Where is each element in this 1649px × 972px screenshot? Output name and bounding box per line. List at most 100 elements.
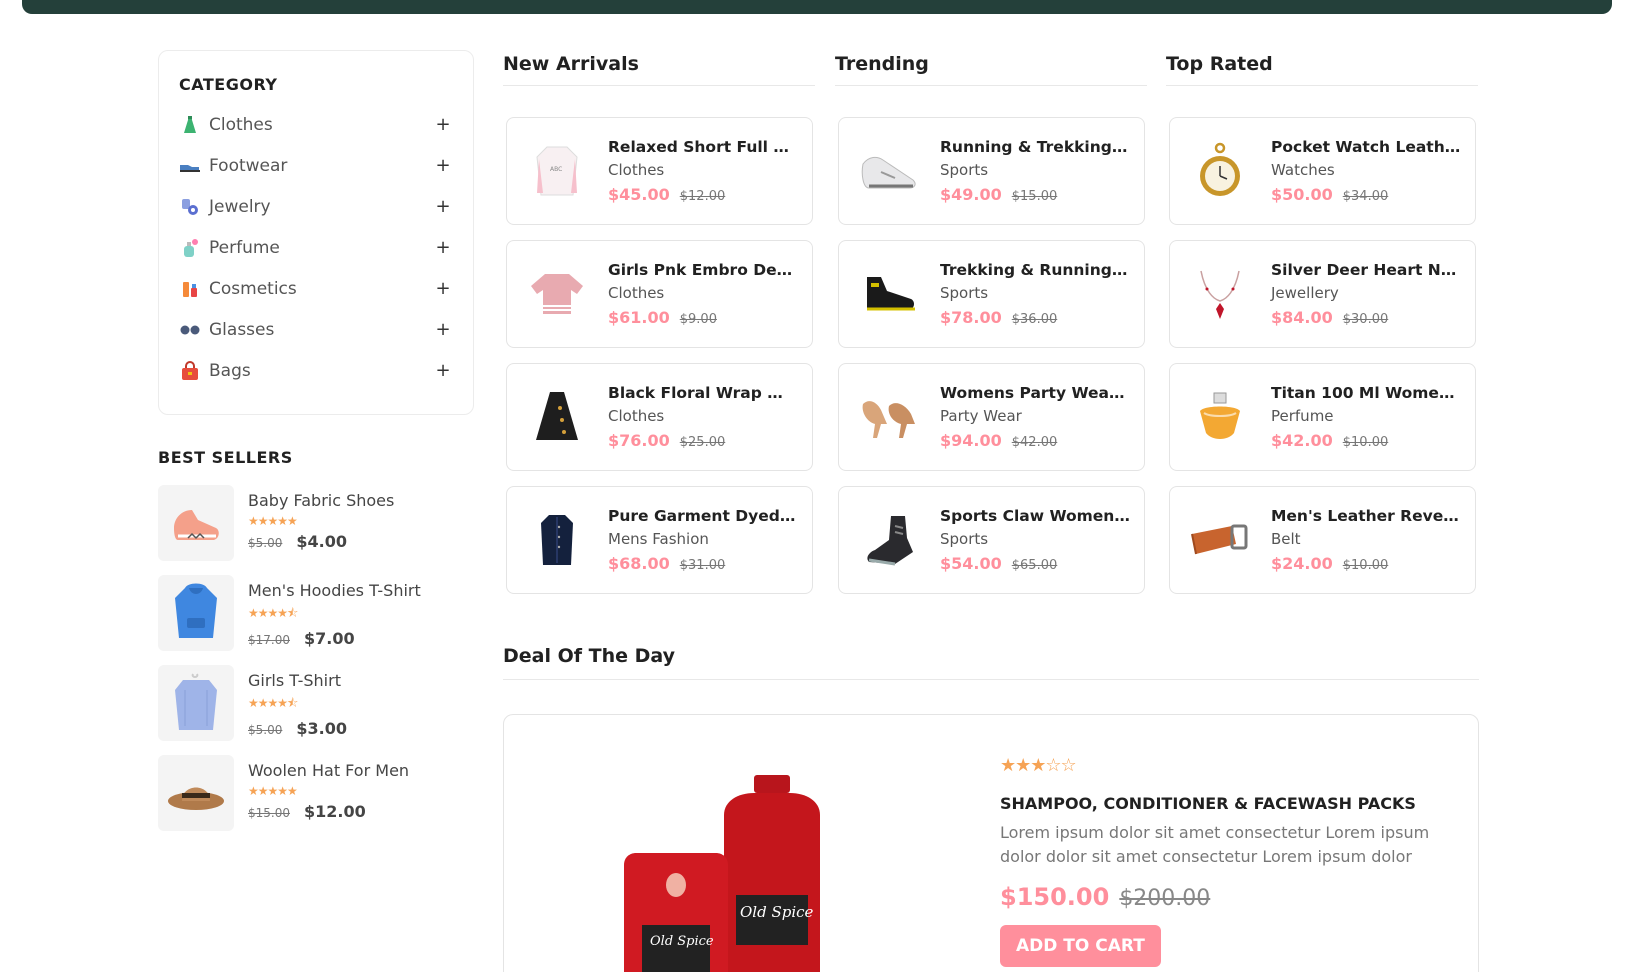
product-card[interactable]: Running & Trekking Shoes - White Sports …: [838, 117, 1145, 225]
product-card[interactable]: Silver Deer Heart Necklace Jewellery $84…: [1169, 240, 1476, 348]
category-label: Clothes: [209, 114, 273, 135]
product-card[interactable]: Trekking & Running Shoes - black Sports …: [838, 240, 1145, 348]
product-name[interactable]: Black Floral Wrap Midi Skirt: [608, 384, 798, 402]
product-name[interactable]: Pocket Watch Leather Pouch: [1271, 138, 1461, 156]
product-card[interactable]: Men's Leather Reversible Belt Belt $24.0…: [1169, 486, 1476, 594]
product-name[interactable]: Girls T-Shirt: [248, 671, 347, 690]
product-image[interactable]: [521, 258, 592, 330]
product-image[interactable]: [521, 381, 592, 453]
product-image[interactable]: [158, 665, 234, 741]
product-category[interactable]: Clothes: [608, 407, 798, 425]
new-arrivals-section: New Arrivals ABC Relaxed Short Full Slee…: [503, 50, 815, 609]
product-name[interactable]: Running & Trekking Shoes - White: [940, 138, 1130, 156]
product-card[interactable]: Pure Garment Dyed Cotton Shirt Mens Fash…: [506, 486, 813, 594]
category-title: CATEGORY: [179, 75, 278, 94]
product-image[interactable]: [1184, 258, 1255, 330]
best-seller-item[interactable]: Men's Hoodies T-Shirt ★★★★⯪ $17.00 $7.00: [158, 575, 478, 665]
product-category[interactable]: Belt: [1271, 530, 1461, 548]
deal-price: $150.00: [1000, 883, 1110, 911]
product-category[interactable]: Jewellery: [1271, 284, 1461, 302]
best-seller-item[interactable]: Girls T-Shirt ★★★★⯪ $5.00 $3.00: [158, 665, 478, 755]
product-image[interactable]: [1184, 381, 1255, 453]
product-category[interactable]: Clothes: [608, 284, 798, 302]
expand-icon[interactable]: +: [433, 319, 453, 340]
product-name[interactable]: Woolen Hat For Men: [248, 761, 409, 780]
category-item-jewelry[interactable]: Jewelry +: [179, 186, 453, 227]
product-name[interactable]: Men's Leather Reversible Belt: [1271, 507, 1461, 525]
rating-stars-icon: ★★★★★: [248, 784, 298, 798]
product-name[interactable]: Baby Fabric Shoes: [248, 491, 394, 510]
product-image[interactable]: [853, 258, 924, 330]
product-card[interactable]: Girls Pnk Embro Design Top Clothes $61.0…: [506, 240, 813, 348]
category-item-glasses[interactable]: Glasses +: [179, 309, 453, 350]
product-category[interactable]: Clothes: [608, 161, 798, 179]
old-price: $65.00: [1011, 558, 1058, 573]
product-image[interactable]: [853, 504, 924, 576]
product-image[interactable]: [158, 485, 234, 561]
best-seller-item[interactable]: Baby Fabric Shoes ★★★★★ $5.00 $4.00: [158, 485, 478, 575]
product-category[interactable]: Party Wear: [940, 407, 1130, 425]
product-card[interactable]: Titan 100 Ml Womens Perfume Perfume $42.…: [1169, 363, 1476, 471]
deal-product-image[interactable]: Old Spice Old Spice: [624, 775, 844, 972]
rating-stars-icon: ★★★★⯪: [248, 606, 298, 620]
deal-product-name[interactable]: SHAMPOO, CONDITIONER & FACEWASH PACKS: [1000, 794, 1440, 813]
category-item-bags[interactable]: Bags +: [179, 350, 453, 391]
category-item-footwear[interactable]: Footwear +: [179, 145, 453, 186]
expand-icon[interactable]: +: [433, 155, 453, 176]
add-to-cart-button[interactable]: ADD TO CART: [1000, 925, 1161, 967]
product-name[interactable]: Girls Pnk Embro Design Top: [608, 261, 798, 279]
expand-icon[interactable]: +: [433, 278, 453, 299]
product-image[interactable]: [1184, 135, 1255, 207]
product-name[interactable]: Trekking & Running Shoes - black: [940, 261, 1130, 279]
category-label: Jewelry: [209, 196, 271, 217]
price: $45.00: [608, 185, 670, 204]
top-navigation-bar: [22, 0, 1612, 14]
old-price: $5.00: [248, 536, 283, 550]
product-card[interactable]: Pocket Watch Leather Pouch Watches $50.0…: [1169, 117, 1476, 225]
product-name[interactable]: Relaxed Short Full Sleeve T-Shirt: [608, 138, 798, 156]
expand-icon[interactable]: +: [433, 114, 453, 135]
product-category[interactable]: Sports: [940, 284, 1130, 302]
product-category[interactable]: Perfume: [1271, 407, 1461, 425]
product-name[interactable]: Sports Claw Women's Shoes: [940, 507, 1130, 525]
product-category[interactable]: Sports: [940, 530, 1130, 548]
product-image[interactable]: [158, 575, 234, 651]
jewelry-icon: [179, 196, 201, 218]
product-image[interactable]: [1184, 504, 1255, 576]
category-item-cosmetics[interactable]: Cosmetics +: [179, 268, 453, 309]
old-price: $17.00: [248, 633, 290, 647]
expand-icon[interactable]: +: [433, 360, 453, 381]
category-item-perfume[interactable]: Perfume +: [179, 227, 453, 268]
product-image[interactable]: ABC: [521, 135, 592, 207]
price: $12.00: [304, 802, 366, 821]
category-item-clothes[interactable]: Clothes +: [179, 104, 453, 145]
product-category[interactable]: Sports: [940, 161, 1130, 179]
product-card[interactable]: Sports Claw Women's Shoes Sports $54.00 $…: [838, 486, 1145, 594]
old-price: $25.00: [679, 435, 726, 450]
deal-of-the-day-title: Deal Of The Day: [503, 645, 1479, 680]
bag-icon: [179, 360, 201, 382]
product-name[interactable]: Silver Deer Heart Necklace: [1271, 261, 1461, 279]
product-image[interactable]: [853, 381, 924, 453]
expand-icon[interactable]: +: [433, 237, 453, 258]
product-name[interactable]: Titan 100 Ml Womens Perfume: [1271, 384, 1461, 402]
product-name[interactable]: Men's Hoodies T-Shirt: [248, 581, 421, 600]
product-category[interactable]: Watches: [1271, 161, 1461, 179]
rating-stars-icon: ★★★★★: [248, 514, 298, 528]
product-card[interactable]: Womens Party Wear Shoes Party Wear $94.0…: [838, 363, 1145, 471]
product-card[interactable]: ABC Relaxed Short Full Sleeve T-Shirt Cl…: [506, 117, 813, 225]
product-category[interactable]: Mens Fashion: [608, 530, 798, 548]
old-price: $42.00: [1011, 435, 1058, 450]
product-card[interactable]: Black Floral Wrap Midi Skirt Clothes $76…: [506, 363, 813, 471]
category-label: Cosmetics: [209, 278, 297, 299]
product-image[interactable]: [521, 504, 592, 576]
product-name[interactable]: Pure Garment Dyed Cotton Shirt: [608, 507, 798, 525]
old-price: $31.00: [679, 558, 726, 573]
product-image[interactable]: [853, 135, 924, 207]
old-price: $15.00: [1011, 189, 1058, 204]
expand-icon[interactable]: +: [433, 196, 453, 217]
best-sellers-title: BEST SELLERS: [158, 448, 293, 467]
product-image[interactable]: [158, 755, 234, 831]
best-seller-item[interactable]: Woolen Hat For Men ★★★★★ $15.00 $12.00: [158, 755, 478, 845]
product-name[interactable]: Womens Party Wear Shoes: [940, 384, 1130, 402]
